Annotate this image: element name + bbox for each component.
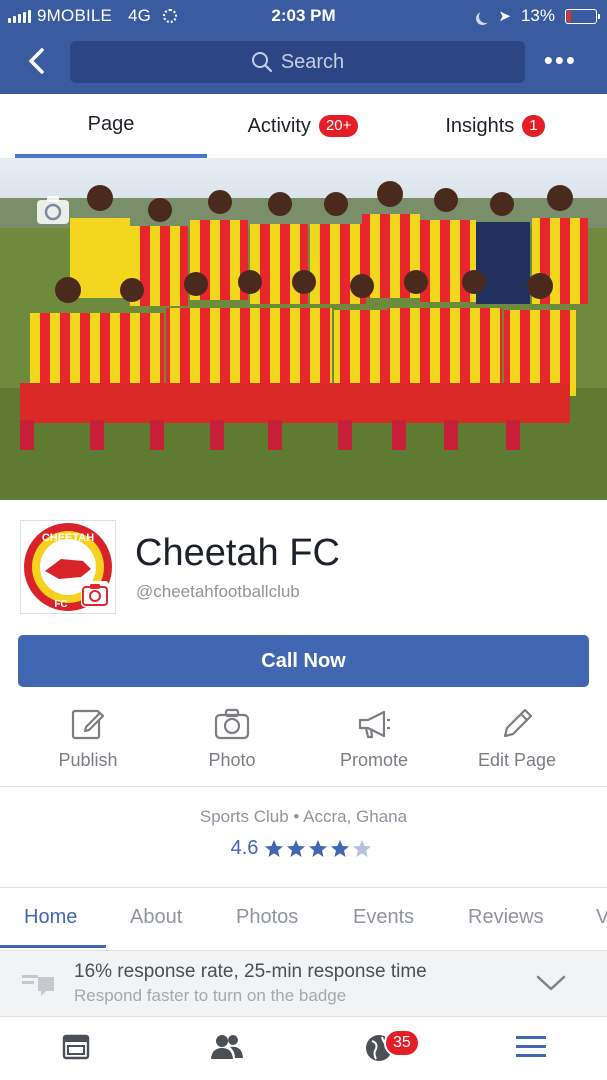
rating-stars [264,839,376,859]
pencil-square-icon [71,709,105,740]
bottom-tab-bar: 35 [0,1016,607,1080]
insights-badge: 1 [522,115,545,137]
tab-photos[interactable]: Photos [236,906,298,929]
pencil-icon [503,708,533,738]
response-rate-banner[interactable]: 16% response rate, 25-min response time … [0,950,607,1016]
tab-activity[interactable]: Activity 20+ [207,94,399,158]
search-icon [251,52,272,73]
logo-text-bottom: FC [54,599,67,610]
page-title: Cheetah FC [135,532,340,574]
battery-percent: 13% [520,6,555,25]
response-rate-text: 16% response rate, 25-min response time [74,961,427,982]
team-photo [0,158,607,500]
photo-label: Photo [208,750,256,770]
tab-insights[interactable]: Insights 1 [399,94,591,158]
call-now-button[interactable]: Call Now [18,635,589,687]
menu-icon[interactable] [515,1033,547,1061]
status-bar: 9MOBILE 4G 2:03 PM ➤ 13% [0,0,607,32]
photo-button[interactable]: Photo [162,706,302,771]
tab-page[interactable]: Page [15,94,207,158]
rating[interactable]: 4.6 [0,837,607,860]
edit-page-button[interactable]: Edit Page [447,706,587,771]
more-dots-icon[interactable]: ••• [544,47,577,73]
news-feed-icon[interactable] [62,1033,90,1061]
publish-button[interactable]: Publish [18,706,158,771]
top-bar: 9MOBILE 4G 2:03 PM ➤ 13% Search ••• [0,0,607,94]
page-logo[interactable]: CHEETAH FC [20,520,116,614]
active-tab-indicator [0,945,106,948]
nav-bar: Search ••• [0,36,607,88]
chat-bubbles-icon [22,975,54,996]
camera-icon[interactable] [36,194,70,226]
chevron-down-icon[interactable] [535,973,567,993]
page-header: CHEETAH FC Cheetah FC @cheetahfootballcl… [0,500,607,630]
search-placeholder: Search [280,50,345,73]
camera-icon [214,708,250,740]
cover-photo[interactable] [0,158,607,500]
activity-badge: 20+ [318,115,359,137]
notifications-badge: 35 [384,1029,420,1057]
section-tabs: Home About Photos Events Reviews V [0,887,607,949]
response-hint-text: Respond faster to turn on the badge [74,986,347,1005]
tab-more[interactable]: V [596,906,607,929]
promote-label: Promote [339,750,409,770]
tab-reviews[interactable]: Reviews [468,906,544,929]
rating-value: 4.6 [230,837,259,859]
megaphone-icon [358,710,390,739]
tab-insights-label: Insights [445,114,515,137]
page-handle[interactable]: @cheetahfootballclub [136,582,300,602]
chevron-left-icon[interactable] [22,46,52,76]
page-tabs: Page Activity 20+ Insights 1 [0,94,607,158]
battery-icon [565,8,600,24]
friends-icon[interactable] [210,1033,244,1061]
tab-page-label: Page [87,112,135,135]
promote-button[interactable]: Promote [304,706,444,771]
tab-home[interactable]: Home [24,906,77,929]
tab-about[interactable]: About [130,906,182,929]
tab-activity-label: Activity [247,114,311,137]
moon-icon [479,10,492,23]
star-icon [265,839,372,857]
camera-icon[interactable] [81,581,109,607]
category-location: Sports Club • Accra, Ghana [199,807,408,826]
action-row: Publish Photo Promote Edit Page [0,700,607,786]
tab-events[interactable]: Events [353,906,414,929]
page-info: Sports Club • Accra, Ghana 4.6 [0,787,607,885]
logo-text-top: CHEETAH [42,532,94,544]
publish-label: Publish [58,750,118,770]
search-bar[interactable]: Search [70,41,525,83]
location-arrow-icon: ➤ [498,8,511,25]
edit-page-label: Edit Page [477,750,557,770]
